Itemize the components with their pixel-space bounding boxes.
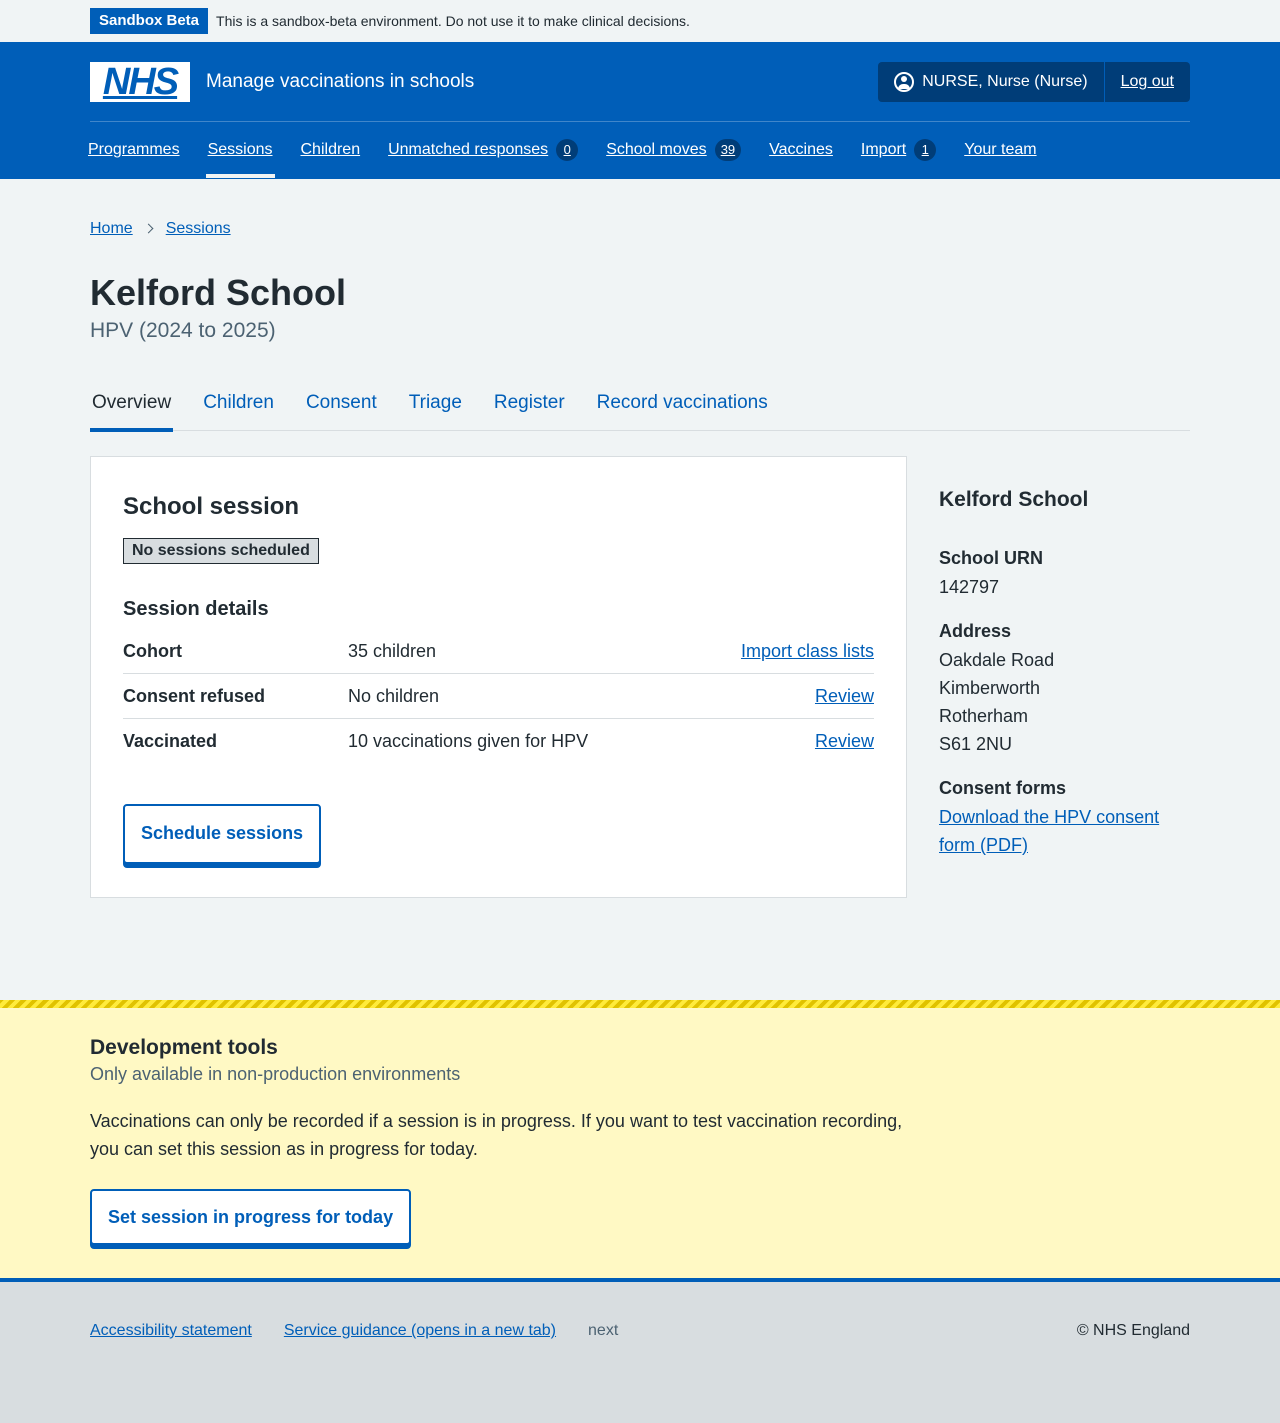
- tab-triage[interactable]: Triage: [407, 383, 464, 431]
- accessibility-statement-link[interactable]: Accessibility statement: [90, 1322, 252, 1340]
- nav-programmes[interactable]: Programmes: [88, 122, 180, 178]
- school-details-sidebar: Kelford School School URN 142797 Address…: [939, 456, 1190, 898]
- address-line-1: Oakdale Road: [939, 650, 1055, 670]
- tab-record-vaccinations[interactable]: Record vaccinations: [595, 383, 770, 431]
- address-line-2: Kimberworth: [939, 678, 1041, 698]
- set-session-in-progress-button[interactable]: Set session in progress for today: [90, 1189, 412, 1245]
- import-count: 1: [914, 139, 937, 161]
- account-menu: NURSE, Nurse (Nurse) Log out: [878, 61, 1190, 102]
- school-moves-count: 39: [714, 139, 742, 161]
- copyright: © NHS England: [1076, 1322, 1190, 1339]
- nav-school-moves[interactable]: School moves 39: [606, 122, 742, 178]
- nav-vaccines[interactable]: Vaccines: [769, 122, 833, 178]
- vaccinated-value: 10 vaccinations given for HPV: [348, 731, 589, 751]
- breadcrumb-sessions[interactable]: Sessions: [166, 220, 231, 238]
- consent-forms-label: Consent forms: [939, 778, 1067, 798]
- tab-children[interactable]: Children: [201, 383, 276, 431]
- school-urn-value: 142797: [939, 577, 1000, 597]
- page-caption: HPV (2024 to 2025): [90, 319, 276, 342]
- school-session-heading: School session: [123, 493, 300, 520]
- development-tools-heading: Development tools: [90, 1036, 278, 1059]
- account-user: NURSE, Nurse (Nurse): [878, 61, 1105, 102]
- development-tools-text: Vaccinations can only be recorded if a s…: [90, 1111, 903, 1159]
- consent-refused-key: Consent refused: [123, 685, 266, 706]
- nav-children[interactable]: Children: [301, 122, 361, 178]
- development-tools-subheading: Only available in non-production environ…: [90, 1064, 461, 1084]
- vaccinated-row: Vaccinated 10 vaccinations given for HPV…: [123, 719, 874, 764]
- nav-unmatched-responses[interactable]: Unmatched responses 0: [388, 122, 579, 178]
- account-user-name: NURSE, Nurse (Nurse): [922, 72, 1088, 90]
- tab-overview[interactable]: Overview: [90, 383, 174, 432]
- sandbox-warning-text: This is a sandbox-beta environment. Do n…: [216, 13, 690, 29]
- breadcrumb: Home Sessions: [90, 179, 1190, 251]
- service-guidance-link[interactable]: Service guidance (opens in a new tab): [284, 1322, 556, 1340]
- cohort-row: Cohort 35 children Import class lists: [123, 629, 874, 674]
- nav-your-team[interactable]: Your team: [964, 122, 1036, 178]
- site-footer: Accessibility statement Service guidance…: [0, 1282, 1280, 1423]
- cohort-key: Cohort: [123, 640, 182, 661]
- schedule-sessions-button[interactable]: Schedule sessions: [123, 804, 322, 864]
- tab-consent[interactable]: Consent: [304, 383, 379, 431]
- import-class-lists-link[interactable]: Import class lists: [741, 641, 874, 662]
- breadcrumb-home[interactable]: Home: [90, 220, 133, 238]
- review-consent-refused-link[interactable]: Review: [815, 686, 874, 707]
- cohort-value: 35 children: [348, 640, 437, 661]
- site-header: NHS Manage vaccinations in schools NURSE…: [0, 42, 1280, 179]
- tab-register[interactable]: Register: [492, 383, 567, 431]
- school-session-card: School session No sessions scheduled Ses…: [90, 456, 907, 898]
- version-label: next: [588, 1322, 619, 1339]
- primary-navigation: Programmes Sessions Children Unmatched r…: [88, 122, 1190, 178]
- nav-import[interactable]: Import 1: [861, 122, 937, 178]
- sandbox-banner: Sandbox Beta This is a sandbox-beta envi…: [0, 0, 1280, 42]
- chevron-right-icon: [143, 223, 154, 234]
- user-icon: [894, 71, 915, 92]
- service-name: Manage vaccinations in schools: [206, 70, 475, 92]
- development-tools-panel: Development tools Only available in non-…: [0, 1000, 1280, 1282]
- sandbox-beta-tag: Sandbox Beta: [90, 8, 209, 34]
- vaccinated-key: Vaccinated: [123, 731, 218, 751]
- consent-refused-row: Consent refused No children Review: [123, 674, 874, 719]
- review-vaccinated-link[interactable]: Review: [815, 731, 874, 752]
- session-tabs: Overview Children Consent Triage Registe…: [90, 383, 1190, 432]
- address-value: Oakdale Road Kimberworth Rotherham S61 2…: [939, 646, 1190, 758]
- warning-stripe: [0, 1000, 1280, 1008]
- status-badge: No sessions scheduled: [123, 538, 319, 564]
- download-consent-form-link[interactable]: Download the HPV consent form (PDF): [939, 807, 1159, 855]
- address-postcode: S61 2NU: [939, 734, 1013, 754]
- unmatched-responses-count: 0: [556, 139, 579, 161]
- sidebar-school-name: Kelford School: [939, 488, 1089, 511]
- school-urn-label: School URN: [939, 548, 1044, 568]
- consent-refused-value: No children: [348, 685, 440, 706]
- nav-sessions[interactable]: Sessions: [205, 122, 275, 178]
- nhs-logo[interactable]: NHS: [90, 61, 190, 102]
- session-details-list: Cohort 35 children Import class lists Co…: [123, 629, 874, 764]
- consent-form-download: Download the HPV consent form (PDF): [939, 803, 1190, 859]
- session-details-heading: Session details: [123, 598, 269, 620]
- address-label: Address: [939, 621, 1012, 641]
- page-title: Kelford School: [90, 272, 347, 313]
- logout-link[interactable]: Log out: [1105, 62, 1190, 102]
- address-line-3: Rotherham: [939, 706, 1029, 726]
